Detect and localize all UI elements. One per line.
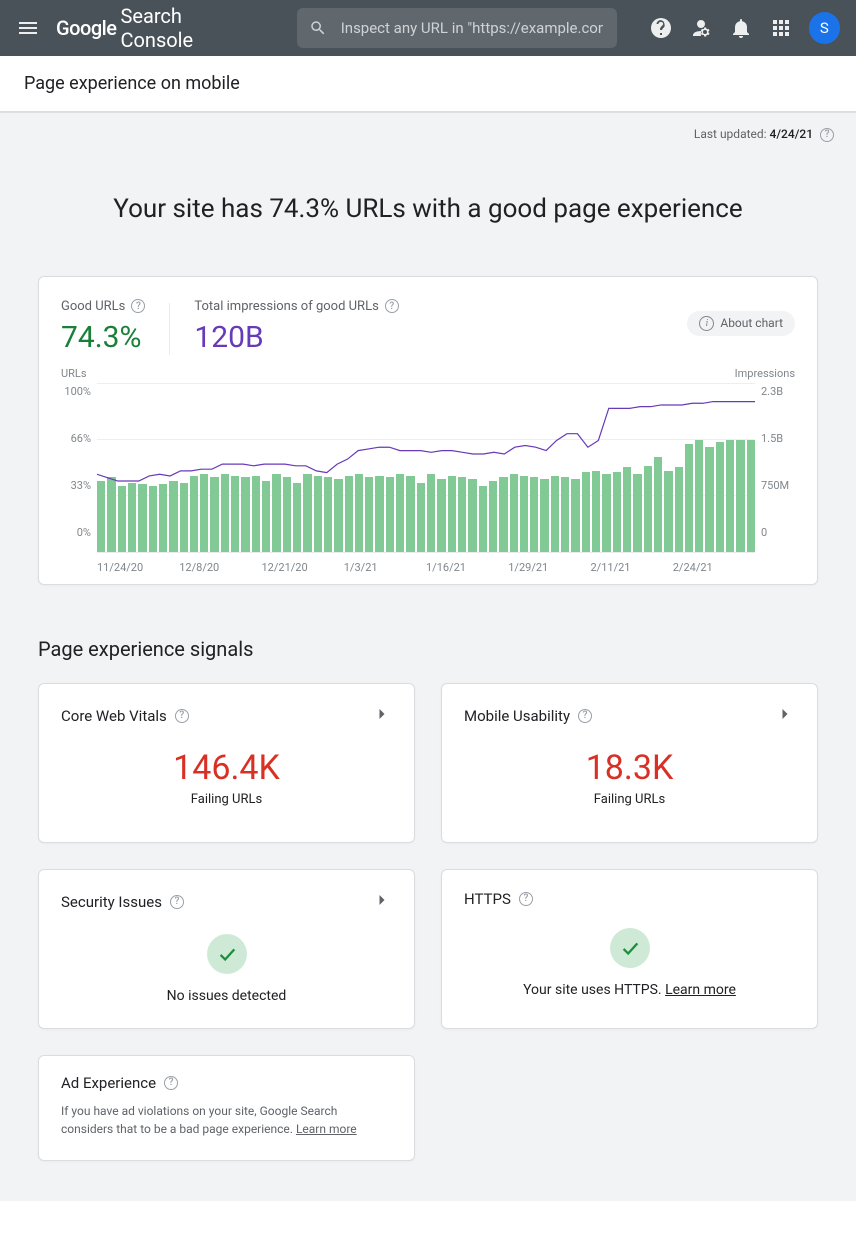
help-icon[interactable]: ?	[175, 709, 189, 723]
https-learn-more-link[interactable]: Learn more	[665, 982, 736, 998]
y-axis-left: 100%66%33%0%	[61, 383, 97, 553]
avatar[interactable]: S	[809, 12, 840, 44]
check-icon	[610, 928, 650, 968]
signal-security-issues[interactable]: Security Issues? No issues detected	[38, 869, 415, 1029]
y-axis-right-title: Impressions	[735, 367, 795, 380]
info-icon: i	[699, 316, 714, 331]
menu-icon[interactable]	[16, 16, 40, 40]
signal-core-web-vitals[interactable]: Core Web Vitals? 146.4K Failing URLs	[38, 683, 415, 843]
help-icon[interactable]: ?	[385, 299, 399, 313]
help-icon[interactable]: ?	[820, 128, 834, 142]
plot-area	[97, 383, 755, 553]
ad-experience-text: If you have ad violations on your site, …	[61, 1102, 392, 1138]
metric-good-urls: Good URLs? 74.3%	[61, 299, 145, 355]
chevron-right-icon	[372, 890, 392, 914]
apps-icon[interactable]	[769, 16, 793, 40]
mobile-value: 18.3K	[586, 748, 674, 788]
brand-product: Search Console	[120, 4, 254, 52]
last-updated: Last updated: 4/24/21 ?	[0, 113, 856, 152]
help-icon[interactable]: ?	[170, 895, 184, 909]
security-status: No issues detected	[167, 988, 287, 1004]
chart: URLs Impressions 100%66%33%0% 2.3B1.5B75…	[61, 383, 795, 574]
search-input[interactable]	[339, 18, 605, 38]
page-title-bar: Page experience on mobile	[0, 56, 856, 112]
help-icon[interactable]	[649, 16, 673, 40]
x-axis: 11/24/2012/8/2012/21/201/3/211/16/211/29…	[97, 553, 755, 574]
help-icon[interactable]: ?	[578, 709, 592, 723]
help-icon[interactable]: ?	[131, 299, 145, 313]
search-box[interactable]	[297, 8, 617, 48]
signal-mobile-usability[interactable]: Mobile Usability? 18.3K Failing URLs	[441, 683, 818, 843]
notifications-icon[interactable]	[729, 16, 753, 40]
y-axis-right: 2.3B1.5B750M0	[755, 383, 795, 553]
user-settings-icon[interactable]	[689, 16, 713, 40]
hero-headline: Your site has 74.3% URLs with a good pag…	[38, 152, 818, 276]
signal-https: HTTPS? Your site uses HTTPS. Learn more	[441, 869, 818, 1029]
ad-learn-more-link[interactable]: Learn more	[296, 1122, 357, 1136]
chevron-right-icon	[372, 704, 392, 728]
cwv-value: 146.4K	[173, 748, 280, 788]
chart-card: Good URLs? 74.3% Total impressions of go…	[38, 276, 818, 585]
brand: Google Search Console	[56, 4, 255, 52]
metric-impressions: Total impressions of good URLs? 120B	[194, 299, 398, 355]
brand-google: Google	[56, 16, 116, 40]
chevron-right-icon	[775, 704, 795, 728]
help-icon[interactable]: ?	[519, 892, 533, 906]
about-chart-button[interactable]: i About chart	[687, 311, 795, 336]
https-status: Your site uses HTTPS. Learn more	[523, 982, 736, 998]
signals-title: Page experience signals	[38, 637, 818, 661]
page-body: Last updated: 4/24/21 ? Your site has 74…	[0, 112, 856, 1201]
check-icon	[207, 934, 247, 974]
y-axis-left-title: URLs	[61, 367, 87, 380]
page-title: Page experience on mobile	[24, 73, 240, 94]
topbar: Google Search Console S	[0, 0, 856, 56]
signal-ad-experience: Ad Experience? If you have ad violations…	[38, 1055, 415, 1161]
help-icon[interactable]: ?	[164, 1076, 178, 1090]
